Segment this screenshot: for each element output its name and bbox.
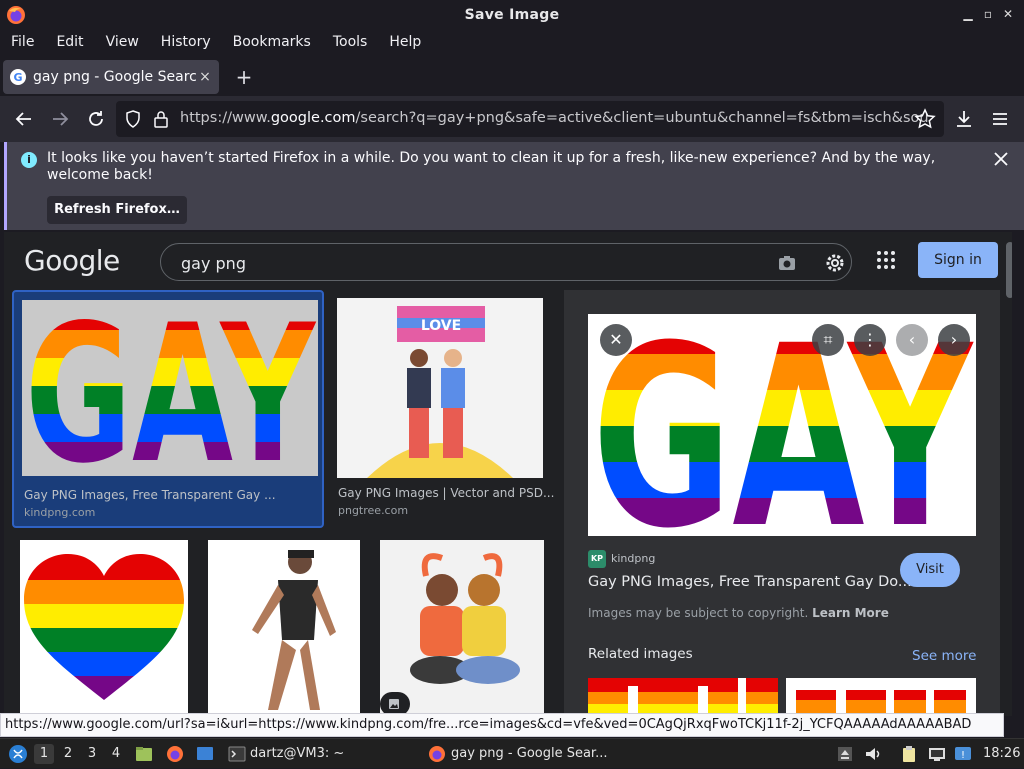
reload-icon[interactable] (85, 108, 107, 130)
close-window-icon[interactable]: ✕ (1000, 6, 1016, 22)
google-apps-icon[interactable] (876, 250, 896, 270)
refresh-firefox-button[interactable]: Refresh Firefox… (47, 196, 187, 224)
result-card-pngtree[interactable]: LOVE Gay PNG Images | Vector and PSD... … (334, 294, 554, 524)
settings-gear-icon[interactable] (823, 251, 847, 275)
close-notification-icon[interactable] (992, 150, 1010, 168)
maximize-icon[interactable]: ▫ (980, 6, 996, 22)
tab-google-search[interactable]: G gay png - Google Search × (3, 60, 219, 94)
search-input[interactable]: gay png (181, 254, 246, 273)
firefox-window-icon (429, 746, 445, 762)
menu-bar: File Edit View History Bookmarks Tools H… (0, 30, 1024, 54)
page-scrollbar[interactable] (1006, 242, 1012, 298)
result-card-kindpng[interactable]: GAY Gay PNG Images, Free Transparent Gay… (12, 290, 324, 528)
status-link-url: https://www.google.com/url?sa=i&url=http… (0, 713, 1004, 737)
bookmark-star-icon[interactable] (914, 108, 936, 130)
updates-icon[interactable]: ! (954, 745, 972, 763)
url-text[interactable]: https://www.google.com/search?q=gay+png&… (180, 110, 929, 126)
svg-text:LOVE: LOVE (421, 318, 461, 334)
tab-strip: G gay png - Google Search × + (0, 58, 1024, 96)
menu-view[interactable]: View (106, 34, 139, 50)
svg-text:G: G (13, 71, 22, 84)
file-manager-icon[interactable] (135, 745, 153, 763)
result-source[interactable]: kindpng.com (24, 506, 95, 519)
visit-button[interactable]: Visit (900, 553, 960, 587)
result-image-couple-heart[interactable] (380, 540, 544, 716)
copyright-notice: Images may be subject to copyright. Lear… (588, 606, 889, 620)
back-arrow-icon[interactable] (13, 108, 35, 130)
downloads-icon[interactable] (953, 108, 975, 130)
svg-text:!: ! (961, 750, 965, 761)
menu-edit[interactable]: Edit (56, 34, 83, 50)
minimize-icon[interactable]: ▁ (960, 6, 976, 22)
result-image-dancer[interactable] (208, 540, 360, 716)
result-title[interactable]: Gay PNG Images | Vector and PSD... (338, 486, 554, 500)
eject-icon[interactable] (836, 745, 854, 763)
refresh-firefox-notification: i It looks like you haven’t started Fire… (4, 142, 1024, 230)
url-bar[interactable]: https://www.google.com/search?q=gay+png&… (116, 101, 944, 137)
workspace-2[interactable]: 2 (58, 744, 78, 764)
related-images-heading: Related images (588, 646, 693, 662)
info-icon: i (21, 152, 37, 168)
result-image-love-couple[interactable]: LOVE (337, 298, 543, 478)
taskbar-terminal[interactable]: dartz@VM3: ~ (250, 739, 344, 769)
terminal-icon[interactable] (228, 745, 246, 763)
page-content: Google gay png Sign in GAY Gay PNG Image… (4, 232, 1012, 716)
new-tab-button[interactable]: + (234, 67, 254, 87)
search-box[interactable]: gay png (160, 243, 852, 281)
firefox-logo-icon (7, 6, 25, 24)
next-image-icon[interactable]: › (938, 324, 970, 356)
clock[interactable]: 18:26 (983, 739, 1020, 769)
window-titlebar: Save Image ▁ ▫ ✕ (0, 0, 1024, 30)
shield-icon[interactable] (124, 110, 142, 128)
related-image-2[interactable] (786, 678, 976, 716)
navigation-bar: https://www.google.com/search?q=gay+png&… (0, 96, 1024, 142)
workspace-1[interactable]: 1 (34, 744, 54, 764)
menu-history[interactable]: History (161, 34, 211, 50)
related-image-1[interactable] (588, 678, 778, 716)
image-icon (389, 699, 399, 709)
learn-more-link[interactable]: Learn More (812, 606, 889, 620)
google-favicon-icon: G (10, 69, 26, 85)
image-preview-panel: GAY ✕ ⌗ ⋮ ‹ › KP kindpng Gay PNG Images,… (564, 290, 1000, 716)
previous-image-icon[interactable]: ‹ (896, 324, 928, 356)
google-logo[interactable]: Google (24, 244, 120, 277)
kindpng-logo-icon: KP (588, 550, 606, 568)
notification-message: It looks like you haven’t started Firefo… (47, 150, 936, 183)
firefox-launcher-icon[interactable] (166, 745, 184, 763)
taskbar-firefox[interactable]: gay png - Google Sear... (451, 739, 607, 769)
network-icon[interactable] (928, 745, 946, 763)
see-more-link[interactable]: See more (912, 648, 976, 664)
lens-search-icon[interactable]: ⌗ (812, 324, 844, 356)
menu-tools[interactable]: Tools (333, 34, 368, 50)
result-image-rainbow-heart[interactable] (20, 540, 188, 716)
result-image-gay-rainbow[interactable]: GAY (22, 300, 318, 476)
clipboard-icon[interactable] (900, 745, 918, 763)
show-desktop-icon[interactable] (196, 745, 214, 763)
forward-arrow-icon[interactable] (49, 108, 71, 130)
lock-icon[interactable] (152, 110, 170, 128)
more-options-icon[interactable]: ⋮ (854, 324, 886, 356)
camera-search-icon[interactable] (777, 253, 797, 273)
close-preview-icon[interactable]: ✕ (600, 324, 632, 356)
sign-in-button[interactable]: Sign in (918, 242, 998, 278)
start-menu-icon[interactable] (8, 744, 28, 764)
preview-title[interactable]: Gay PNG Images, Free Transparent Gay Do.… (588, 574, 912, 590)
volume-icon[interactable] (864, 745, 882, 763)
workspace-4[interactable]: 4 (106, 744, 126, 764)
workspace-3[interactable]: 3 (82, 744, 102, 764)
hamburger-menu-icon[interactable] (989, 108, 1011, 130)
tab-label: gay png - Google Search (33, 69, 197, 85)
menu-help[interactable]: Help (389, 34, 421, 50)
result-source[interactable]: pngtree.com (338, 504, 408, 517)
preview-site-name[interactable]: kindpng (611, 552, 655, 565)
window-title: Save Image (464, 7, 560, 23)
taskbar: 1 2 3 4 dartz@VM3: ~ gay png - Google Se… (0, 738, 1024, 768)
menu-bookmarks[interactable]: Bookmarks (233, 34, 311, 50)
menu-file[interactable]: File (11, 34, 34, 50)
tab-close-icon[interactable]: × (197, 69, 213, 85)
result-title[interactable]: Gay PNG Images, Free Transparent Gay ... (24, 488, 276, 502)
